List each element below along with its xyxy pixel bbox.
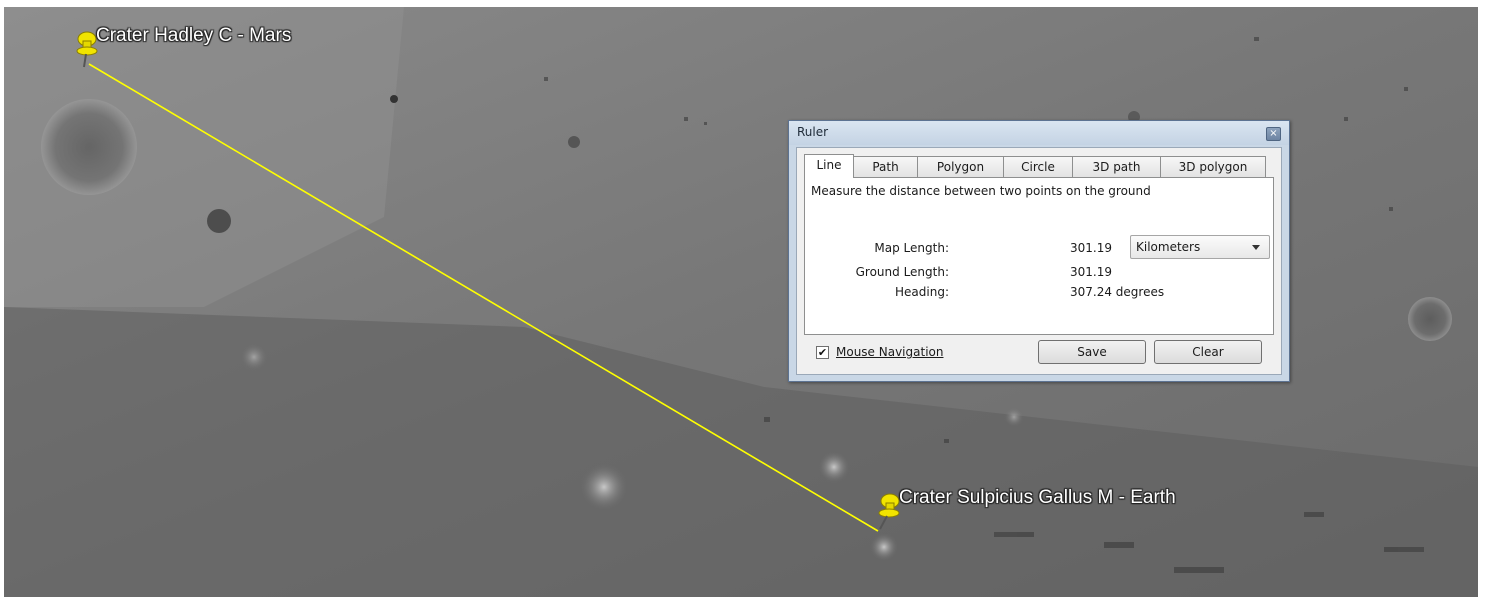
clear-button[interactable]: Clear xyxy=(1154,340,1262,364)
unit-select-value: Kilometers xyxy=(1136,240,1201,254)
heading-label: Heading: xyxy=(895,285,949,299)
map-length-value: 301.19 xyxy=(1070,241,1112,255)
tab-3d-polygon[interactable]: 3D polygon xyxy=(1160,156,1266,177)
placemark-label-sulpicius[interactable]: Crater Sulpicius Gallus M - Earth xyxy=(899,487,1176,509)
tab-circle[interactable]: Circle xyxy=(1003,156,1073,177)
tab-3d-path[interactable]: 3D path xyxy=(1072,156,1161,177)
dialog-title: Ruler xyxy=(797,125,829,139)
save-button[interactable]: Save xyxy=(1038,340,1146,364)
chevron-down-icon xyxy=(1252,245,1260,250)
unit-select[interactable]: Kilometers xyxy=(1130,235,1270,259)
tab-path[interactable]: Path xyxy=(853,156,918,177)
heading-value: 307.24 degrees xyxy=(1070,285,1165,299)
ruler-titlebar[interactable]: Ruler × xyxy=(789,121,1289,145)
mouse-navigation-checkbox[interactable]: ✔ xyxy=(816,346,829,359)
ruler-body: Line Path Polygon Circle 3D path 3D poly… xyxy=(796,147,1282,375)
pushpin-icon[interactable] xyxy=(875,491,901,531)
ground-length-value: 301.19 xyxy=(1070,265,1112,279)
tab-polygon[interactable]: Polygon xyxy=(917,156,1004,177)
ruler-description: Measure the distance between two points … xyxy=(811,184,1151,198)
mouse-navigation-label[interactable]: Mouse Navigation xyxy=(836,345,943,359)
map-length-label: Map Length: xyxy=(874,241,949,255)
ruler-dialog: Ruler × Line Path Polygon Circle 3D path… xyxy=(788,120,1290,382)
close-icon[interactable]: × xyxy=(1266,127,1281,141)
ruler-panel-line: Measure the distance between two points … xyxy=(804,177,1274,335)
ground-length-label: Ground Length: xyxy=(855,265,949,279)
placemark-label-hadley[interactable]: Crater Hadley C - Mars xyxy=(96,25,291,47)
tab-line[interactable]: Line xyxy=(804,154,854,178)
